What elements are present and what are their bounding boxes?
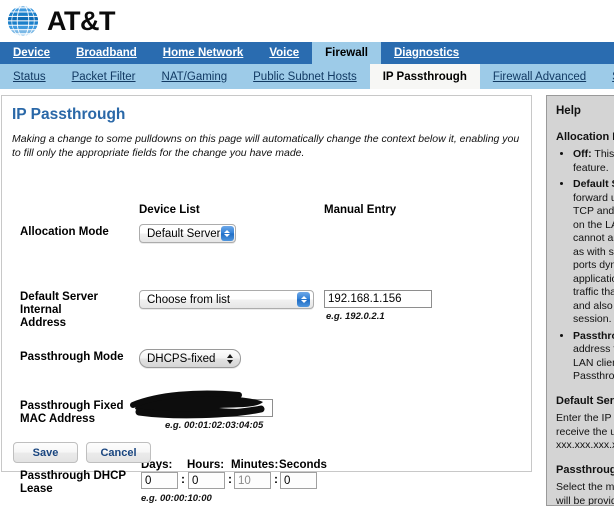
help-bullet-term: Passthrough: <box>573 329 614 342</box>
passthrough-mode-label: Passthrough Mode <box>20 351 124 363</box>
default-server-internal-address-label: Default Server Internal Address <box>20 291 140 330</box>
page-body: IP Passthrough Making a change to some p… <box>0 89 614 506</box>
subnav-item-status[interactable]: Status <box>0 64 59 89</box>
allocation-mode-select[interactable]: Default Server <box>139 224 236 243</box>
att-globe-icon <box>6 4 40 38</box>
allocation-mode-value: Default Server <box>147 227 221 240</box>
dhcp-lease-separator-1: : <box>181 472 185 486</box>
help-bullet-term: Default Server: <box>573 178 614 190</box>
nav-item-voice[interactable]: Voice <box>256 42 312 64</box>
help-bullet-passthrough: Passthrough: This setting allows the pub… <box>573 330 614 384</box>
label-line-1: Passthrough Fixed <box>20 400 124 412</box>
dhcp-lease-seconds-header: Seconds <box>279 459 327 471</box>
subnav-item-packet-filter[interactable]: Packet Filter <box>59 64 149 89</box>
label-line-1: Default Server Internal <box>20 291 98 316</box>
manual-entry-hint: e.g. 192.0.2.1 <box>326 311 385 322</box>
label-line-2: Address <box>20 317 67 329</box>
secondary-navigation: Status Packet Filter NAT/Gaming Public S… <box>0 64 614 89</box>
dhcp-lease-separator-2: : <box>228 472 232 486</box>
subnav-item-firewall-advanced[interactable]: Firewall Advanced <box>480 64 599 89</box>
help-section-allocation-mode-heading: Allocation Mode <box>556 130 614 143</box>
subnav-item-public-subnet-hosts[interactable]: Public Subnet Hosts <box>240 64 370 89</box>
subnav-item-security[interactable]: Security <box>599 64 614 89</box>
device-list-select[interactable]: Choose from list <box>139 290 314 309</box>
dhcp-lease-minutes-input[interactable] <box>234 472 271 489</box>
dhcp-lease-minutes-header: Minutes: <box>231 459 279 471</box>
passthrough-mode-value: DHCPS-fixed <box>147 352 216 365</box>
nav-item-broadband[interactable]: Broadband <box>63 42 150 64</box>
help-section-passthrough-mode-heading: Passthrough Mode <box>556 463 614 476</box>
help-bullet-off: Off: This setting disables the IP Passth… <box>573 148 614 175</box>
cancel-button[interactable]: Cancel <box>86 442 151 463</box>
nav-item-diagnostics[interactable]: Diagnostics <box>381 42 472 64</box>
help-bullet-term: Off: <box>573 148 592 160</box>
subnav-item-ip-passthrough[interactable]: IP Passthrough <box>369 64 480 89</box>
nav-item-firewall[interactable]: Firewall <box>312 42 381 64</box>
passthrough-fixed-mac-hint: e.g. 00:01:02:03:04:05 <box>165 420 264 431</box>
nav-item-device[interactable]: Device <box>0 42 63 64</box>
primary-navigation: Device Broadband Home Network Voice Fire… <box>0 42 614 64</box>
page-title: IP Passthrough <box>12 106 126 123</box>
help-section-default-server-text: Enter the IP address of the device that … <box>556 412 614 451</box>
device-list-value: Choose from list <box>147 293 231 306</box>
page-intro-text: Making a change to some pulldowns on thi… <box>12 133 520 159</box>
passthrough-fixed-mac-input[interactable] <box>163 399 273 417</box>
dhcp-lease-separator-3: : <box>274 472 278 486</box>
help-section-passthrough-mode-text: Select the method by which the public IP… <box>556 481 614 506</box>
manual-entry-column-header: Manual Entry <box>324 204 397 216</box>
passthrough-dhcp-lease-label: Passthrough DHCP Lease <box>20 470 140 496</box>
label-line-2: Lease <box>20 483 53 495</box>
dhcp-lease-seconds-input[interactable] <box>280 472 317 489</box>
dhcp-lease-hint: e.g. 00:00:10:00 <box>141 493 212 504</box>
help-allocation-mode-bullets: Off: This setting disables the IP Passth… <box>556 148 614 384</box>
dhcp-lease-days-input[interactable] <box>141 472 178 489</box>
select-stepper-arrows-icon <box>224 351 235 366</box>
dhcp-lease-hours-input[interactable] <box>188 472 225 489</box>
help-section-default-server-heading: Default Server Internal Address <box>556 394 614 407</box>
ip-passthrough-form-panel: IP Passthrough Making a change to some p… <box>1 95 532 504</box>
passthrough-fixed-mac-label: Passthrough Fixed MAC Address <box>20 400 140 426</box>
allocation-mode-label: Allocation Mode <box>20 226 109 238</box>
nav-item-home-network[interactable]: Home Network <box>150 42 257 64</box>
device-list-column-header: Device List <box>139 204 200 216</box>
manual-entry-input[interactable] <box>324 290 432 308</box>
label-line-1: Passthrough DHCP <box>20 470 127 482</box>
label-line-2: MAC Address <box>20 413 95 425</box>
brand-header: AT&T <box>0 0 614 42</box>
help-bullet-text: This setting allows you to forward unhan… <box>573 191 614 326</box>
passthrough-mode-select[interactable]: DHCPS-fixed <box>139 349 241 368</box>
help-title: Help <box>556 105 581 117</box>
select-stepper-arrows-icon <box>297 292 310 307</box>
subnav-item-nat-gaming[interactable]: NAT/Gaming <box>149 64 241 89</box>
help-panel: Help Allocation Mode Off: This setting d… <box>546 95 614 506</box>
dhcp-lease-hours-header: Hours: <box>187 459 225 471</box>
help-bullet-default-server: Default Server: This setting allows you … <box>573 178 614 327</box>
select-stepper-arrows-icon <box>220 226 234 241</box>
att-wordmark: AT&T <box>47 5 115 36</box>
save-button[interactable]: Save <box>13 442 78 463</box>
